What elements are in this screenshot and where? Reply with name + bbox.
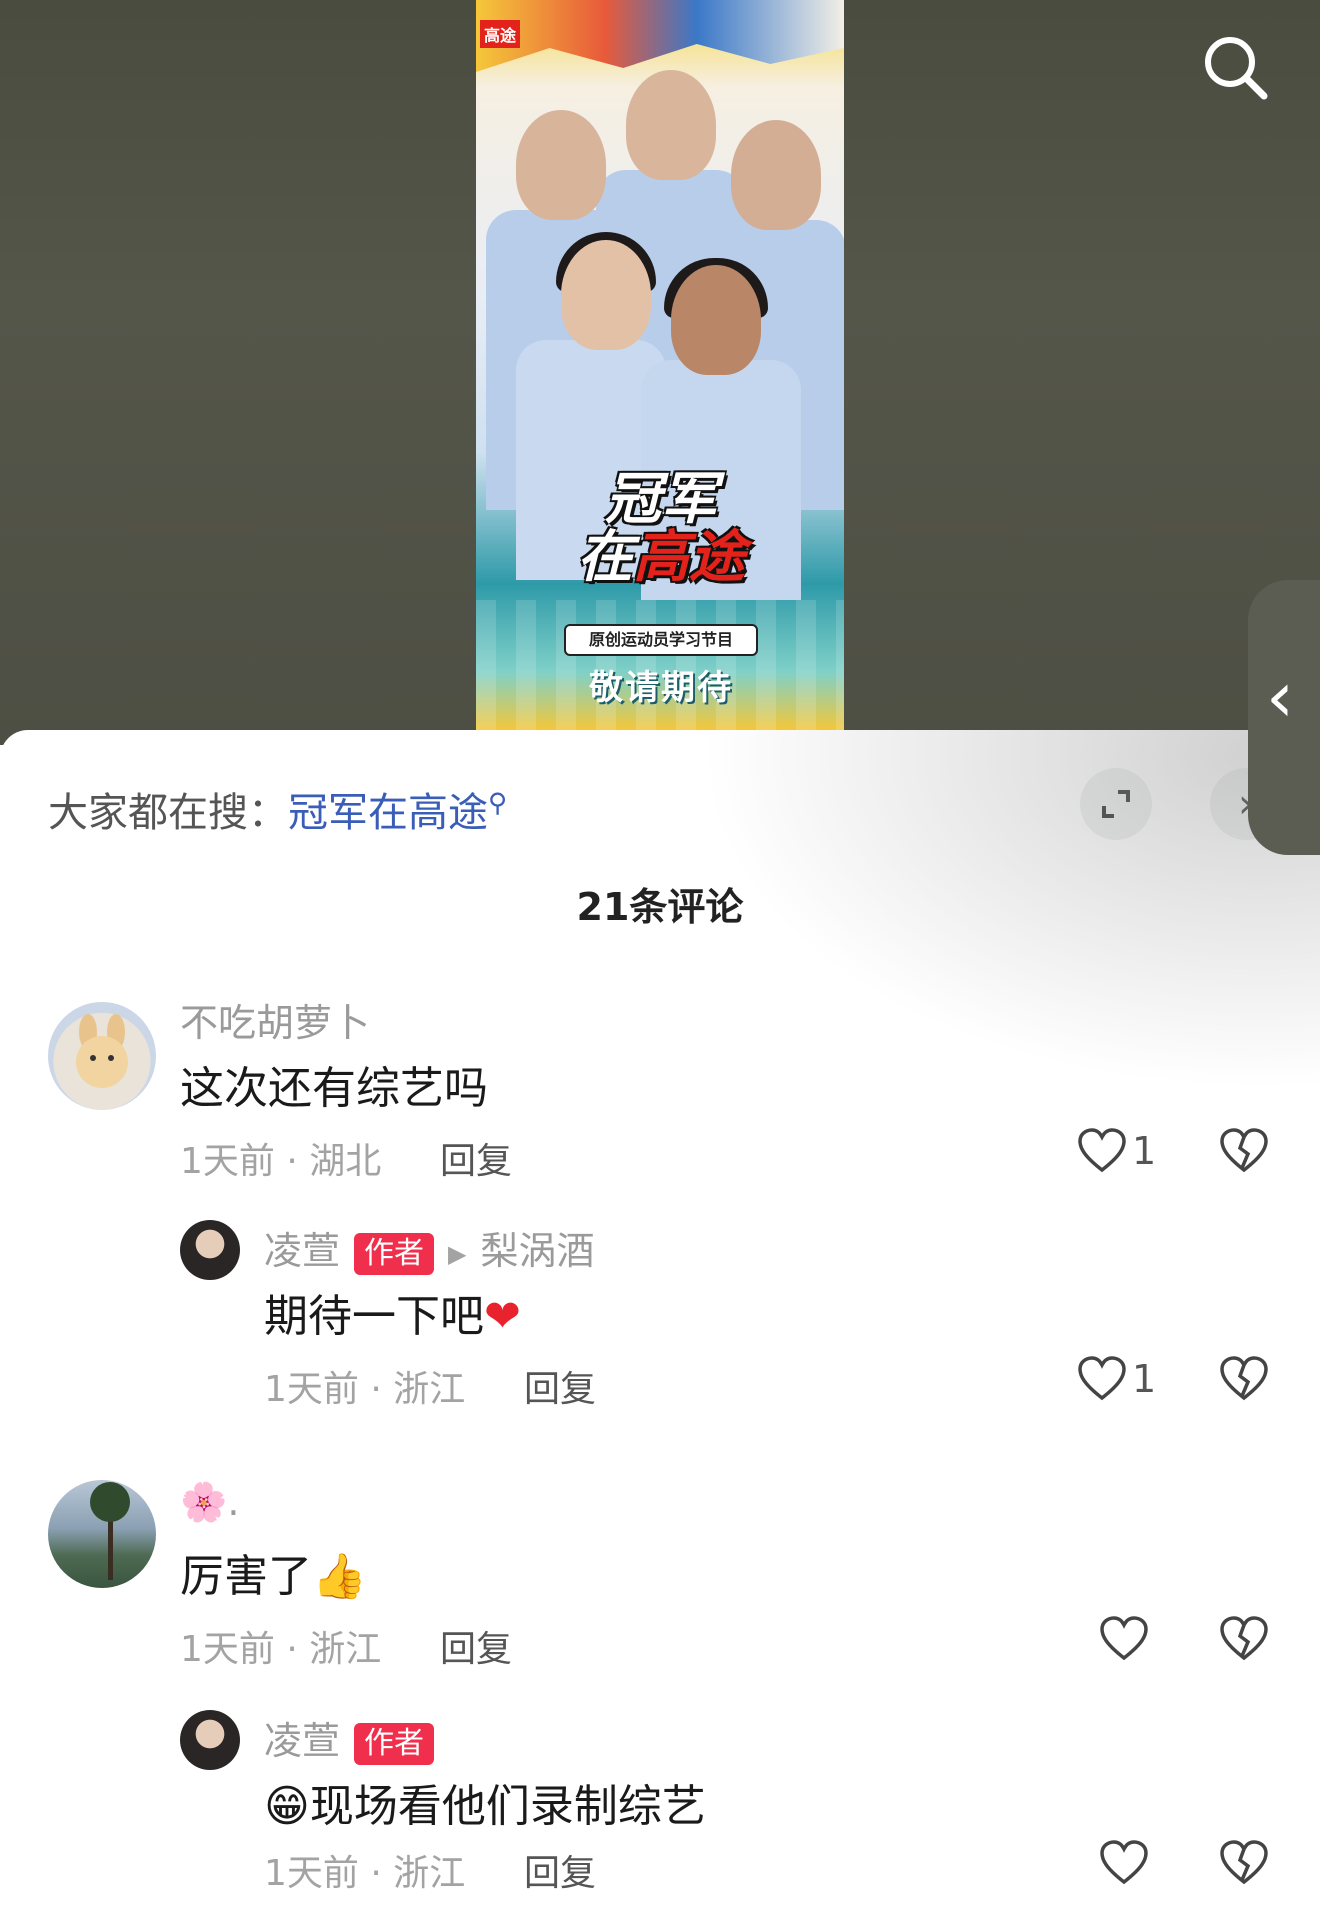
reply-username[interactable]: 凌萱: [264, 1229, 340, 1273]
heart-icon: [1078, 1128, 1126, 1174]
broken-heart-icon[interactable]: [1220, 1356, 1268, 1402]
comment-meta: 1天前 · 浙江: [180, 1629, 382, 1670]
comment-text: 这次还有综艺吗: [180, 1063, 488, 1114]
comment-text: 厉害了: [180, 1551, 312, 1602]
hot-search-bar[interactable]: 大家都在搜：冠军在高途⚲: [48, 780, 507, 838]
thumbs-up-emoji: 👍: [312, 1551, 367, 1602]
author-badge: 作者: [354, 1722, 435, 1765]
comment-count: 21条评论: [576, 885, 744, 929]
comment-username[interactable]: 不吃胡萝卜: [180, 992, 370, 1047]
comment-meta: 1天前 · 湖北: [180, 1141, 382, 1182]
comment-username[interactable]: 🌸.: [180, 1480, 239, 1525]
broken-heart-icon[interactable]: [1220, 1840, 1268, 1886]
grin-emoji: 😁: [264, 1781, 310, 1832]
reply-meta: 1天前 · 浙江: [264, 1853, 466, 1894]
like-count: 1: [1132, 1357, 1157, 1401]
reply-to-username[interactable]: 梨涡酒: [480, 1229, 594, 1273]
person-face: [626, 70, 716, 180]
person-face: [731, 120, 821, 230]
like-count: 1: [1132, 1129, 1157, 1173]
author-badge: 作者: [354, 1232, 435, 1275]
reply-text: 期待一下吧: [264, 1291, 484, 1342]
red-heart-emoji: ❤: [484, 1291, 521, 1342]
comment-panel: 大家都在搜：冠军在高途⚲ › 21条评论 不吃胡萝卜 这次还有综艺吗 1天前 ·…: [0, 730, 1320, 1930]
poster-brand-logo: 高途: [480, 20, 521, 48]
poster-stay-tuned: 敬请期待: [589, 668, 733, 708]
avatar[interactable]: [48, 1480, 156, 1588]
reply-text-row: 😁现场看他们录制综艺: [264, 1770, 706, 1834]
video-player[interactable]: 高途 冠军 在高途 原创运动员学习节目 敬请期待: [0, 0, 1320, 745]
reply-username-row: 凌萱 作者: [264, 1710, 435, 1765]
expand-icon[interactable]: [1080, 768, 1152, 840]
poster-subtitle: 原创运动员学习节目: [564, 624, 758, 656]
reply-button[interactable]: 回复: [440, 1620, 512, 1672]
chevron-left-icon: ‹: [1266, 656, 1294, 738]
poster-title-line2b: 高途: [633, 524, 745, 590]
reply-text: 现场看他们录制综艺: [309, 1781, 706, 1832]
person-face: [516, 110, 606, 220]
avatar[interactable]: [180, 1710, 240, 1770]
video-poster: 高途 冠军 在高途 原创运动员学习节目 敬请期待: [476, 0, 844, 730]
heart-icon: [1100, 1840, 1148, 1886]
broken-heart-icon[interactable]: [1220, 1128, 1268, 1174]
side-drawer-handle[interactable]: ‹: [1248, 580, 1320, 855]
person-face: [561, 240, 651, 350]
reply-button[interactable]: 回复: [524, 1844, 596, 1896]
poster-title-line1: 冠军: [605, 466, 717, 532]
reply-meta: 1天前 · 浙江: [264, 1369, 466, 1410]
avatar[interactable]: [180, 1220, 240, 1280]
reply-username[interactable]: 凌萱: [264, 1719, 340, 1763]
broken-heart-icon[interactable]: [1220, 1616, 1268, 1662]
heart-icon: [1100, 1616, 1148, 1662]
like-button[interactable]: [1100, 1840, 1154, 1886]
hot-search-keyword[interactable]: 冠军在高途: [288, 790, 488, 836]
reply-arrow-icon: ▶: [448, 1239, 467, 1268]
reply-username-row: 凌萱 作者 ▶ 梨涡酒: [264, 1220, 595, 1275]
poster-title: 冠军 在高途: [536, 470, 786, 586]
search-icon[interactable]: [1198, 30, 1274, 106]
reply-button[interactable]: 回复: [524, 1360, 596, 1412]
heart-icon: [1078, 1356, 1126, 1402]
reply-text-row: 期待一下吧❤: [264, 1280, 521, 1344]
like-button[interactable]: 1: [1078, 1128, 1156, 1174]
person-face: [671, 265, 761, 375]
hot-search-prefix: 大家都在搜：: [48, 790, 288, 836]
comment-text-row: 厉害了👍: [180, 1540, 367, 1604]
avatar[interactable]: [48, 1002, 156, 1110]
reply-button[interactable]: 回复: [440, 1132, 512, 1184]
poster-title-line2a: 在: [577, 524, 633, 590]
poster-decoration: [476, 0, 844, 72]
like-button[interactable]: 1: [1078, 1356, 1156, 1402]
search-small-icon: ⚲: [488, 788, 508, 819]
like-button[interactable]: [1100, 1616, 1154, 1662]
